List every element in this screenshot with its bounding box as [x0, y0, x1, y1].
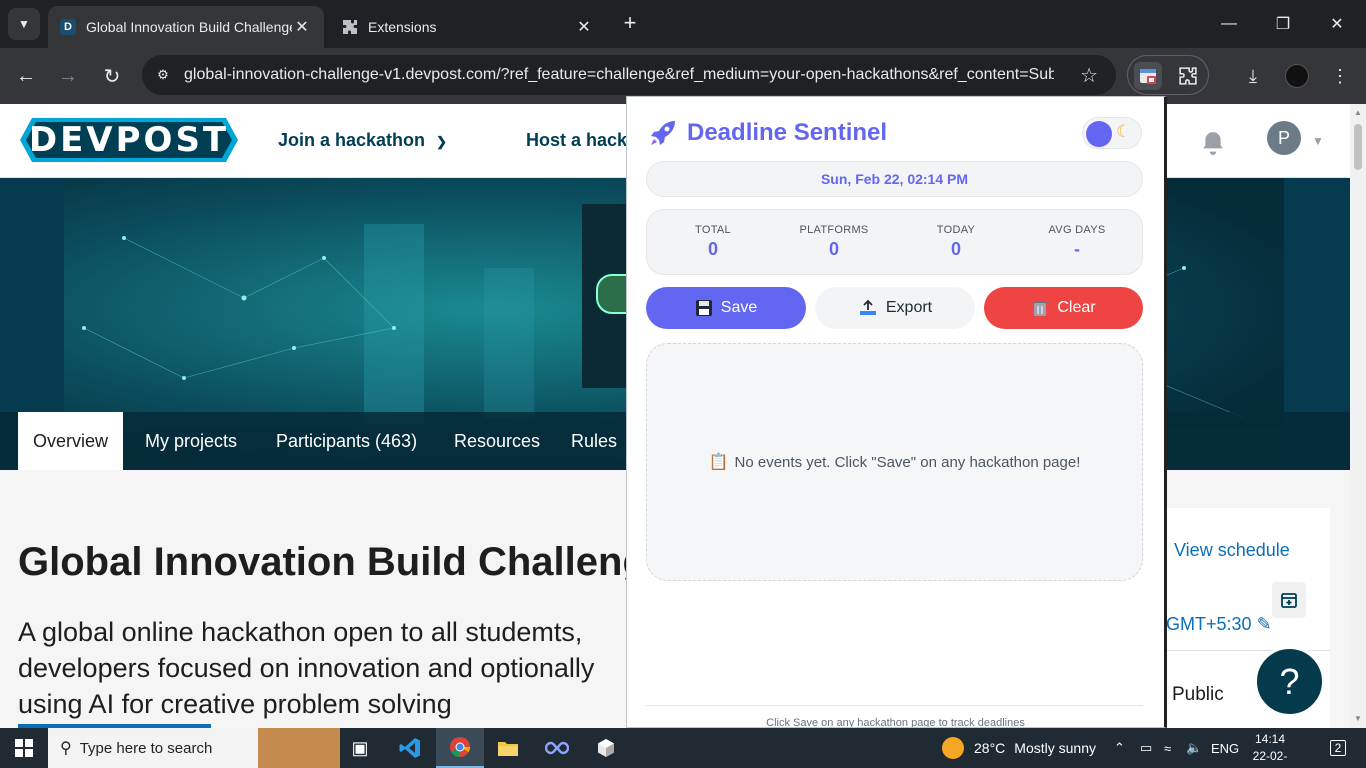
tab-extensions[interactable]: Extensions ✕ — [330, 6, 606, 48]
bell-icon[interactable] — [1198, 128, 1228, 158]
timezone-link[interactable]: GMT+5:30 ✎ — [1166, 614, 1272, 635]
toggle-knob — [1086, 121, 1112, 147]
profile-image — [1285, 64, 1309, 88]
show-hidden-icons[interactable]: ⌃ — [1114, 728, 1125, 768]
task-view-icon[interactable]: ▣ — [336, 728, 384, 768]
stats-panel: TOTAL 0 PLATFORMS 0 TODAY 0 AVG DAYS - — [646, 209, 1143, 275]
current-datetime: Sun, Feb 22, 02:14 PM — [646, 161, 1143, 197]
minimize-button[interactable]: — — [1202, 0, 1256, 48]
puzzle-icon — [342, 19, 358, 35]
bookmark-star-icon[interactable]: ☆ — [1080, 63, 1098, 88]
chevron-down-icon: ❯ — [436, 134, 447, 149]
weather-widget[interactable]: 28°C Mostly sunny — [942, 728, 1096, 768]
tab-title: Extensions — [368, 19, 437, 35]
new-tab-button[interactable]: + — [616, 12, 644, 36]
chevron-down-icon: ▼ — [18, 17, 30, 31]
visibility-label: Public — [1172, 684, 1224, 705]
extensions-puzzle-icon[interactable] — [1174, 62, 1202, 90]
forward-button[interactable]: → — [52, 60, 84, 92]
theme-toggle[interactable]: ☾ — [1082, 117, 1142, 149]
popup-title: Deadline Sentinel — [687, 119, 888, 146]
menu-kebab-icon[interactable]: ⋮ — [1324, 60, 1356, 92]
rocket-icon — [651, 121, 675, 145]
tab-overview[interactable]: Overview — [18, 412, 124, 470]
popup-header: Deadline Sentinel — [647, 117, 887, 149]
cube-app-icon[interactable] — [582, 728, 630, 768]
trash-icon — [1031, 299, 1049, 317]
stat-platforms: PLATFORMS 0 — [799, 224, 869, 259]
stat-total: TOTAL 0 — [695, 224, 731, 259]
help-button[interactable]: ? — [1254, 646, 1325, 717]
profile-avatar[interactable] — [1281, 60, 1313, 92]
tab-my-projects[interactable]: My projects — [130, 412, 252, 470]
export-button[interactable]: Export — [815, 287, 975, 329]
add-calendar-icon[interactable] — [1272, 582, 1306, 618]
view-schedule-link[interactable]: View schedule — [1174, 540, 1290, 561]
clipboard-icon: 📋 — [708, 454, 729, 471]
battery-icon[interactable]: ▭ — [1140, 728, 1152, 768]
windows-start-button[interactable] — [0, 728, 48, 768]
infinity-app-icon[interactable] — [533, 728, 581, 768]
close-icon[interactable]: ✕ — [574, 17, 594, 37]
join-hackathon-menu[interactable]: Join a hackathon ❯ — [278, 130, 447, 151]
floppy-disk-icon — [695, 299, 713, 317]
url-text[interactable]: global-innovation-challenge-v1.devpost.c… — [184, 66, 1054, 84]
vscode-icon[interactable] — [386, 728, 434, 768]
back-button[interactable]: ← — [10, 60, 42, 92]
download-icon[interactable]: ⤓ — [1237, 60, 1269, 92]
user-avatar[interactable]: P — [1267, 121, 1301, 155]
export-tray-icon — [858, 299, 878, 317]
language-indicator[interactable]: ENG — [1211, 728, 1239, 768]
moon-icon: ☾ — [1116, 122, 1132, 141]
devpost-favicon: D — [60, 19, 76, 35]
browser-tabstrip: ▼ D Global Innovation Build Challenge ✕ … — [0, 0, 1366, 48]
deadline-sentinel-extension-icon[interactable] — [1134, 62, 1162, 90]
stat-today: TODAY 0 — [936, 224, 976, 259]
notification-center-icon[interactable]: 2 — [1318, 728, 1358, 768]
window-close-button[interactable]: ✕ — [1310, 0, 1364, 48]
divider — [646, 705, 1143, 706]
site-info-icon[interactable]: ⚙ — [150, 62, 176, 88]
events-empty-state: 📋 No events yet. Click "Save" on any hac… — [646, 343, 1143, 581]
search-highlight-image — [258, 728, 340, 768]
scroll-thumb[interactable] — [1354, 124, 1362, 170]
clear-button[interactable]: Clear — [984, 287, 1143, 329]
close-icon[interactable]: ✕ — [292, 17, 312, 37]
search-icon: ⚲ — [60, 740, 72, 757]
page-scrollbar[interactable]: ▲ ▼ — [1350, 104, 1366, 728]
tab-resources[interactable]: Resources — [439, 412, 555, 470]
wifi-icon[interactable]: ≈ — [1164, 728, 1171, 768]
pencil-icon: ✎ — [1256, 614, 1272, 634]
windows-logo-icon — [15, 739, 33, 757]
volume-icon[interactable]: 🔈 — [1186, 728, 1202, 768]
tab-devpost[interactable]: D Global Innovation Build Challenge ✕ — [48, 6, 324, 48]
clock[interactable]: 14:14 22-02-2026 — [1240, 731, 1300, 768]
caret-down-icon[interactable]: ▼ — [1312, 134, 1324, 148]
devpost-logo[interactable]: DEVPOST — [20, 118, 238, 162]
save-button[interactable]: Save — [646, 287, 806, 329]
tab-participants[interactable]: Participants (463) — [261, 412, 432, 470]
popup-footer: Click Save on any hackathon page to trac… — [766, 717, 1025, 728]
taskbar-search[interactable]: ⚲ Type here to search — [48, 728, 340, 768]
extensions-group — [1127, 55, 1209, 95]
scroll-down-arrow[interactable]: ▼ — [1354, 714, 1362, 723]
address-bar[interactable]: ⚙ global-innovation-challenge-v1.devpost… — [142, 55, 1116, 95]
windows-taskbar: ⚲ Type here to search ▣ 28°C Mostly sunn… — [0, 728, 1366, 768]
restore-button[interactable]: ❐ — [1256, 0, 1310, 48]
tab-rules[interactable]: Rules — [556, 412, 632, 470]
sunny-weather-icon — [942, 737, 964, 759]
file-explorer-icon[interactable] — [484, 728, 532, 768]
tab-title: Global Innovation Build Challenge — [86, 19, 292, 35]
tab-search-button[interactable]: ▼ — [8, 8, 40, 40]
reload-button[interactable]: ↻ — [96, 60, 128, 92]
deadline-sentinel-popup: Deadline Sentinel ☾ Sun, Feb 22, 02:14 P… — [626, 96, 1167, 728]
stat-avg-days: AVG DAYS - — [1048, 224, 1106, 259]
hackathon-tagline: A global online hackathon open to all st… — [18, 617, 595, 719]
notification-count: 2 — [1329, 740, 1347, 756]
chrome-icon[interactable] — [436, 728, 484, 768]
hackathon-thumbnail — [582, 204, 628, 388]
hackathon-title: Global Innovation Build Challenge — [18, 540, 670, 584]
scroll-up-arrow[interactable]: ▲ — [1354, 108, 1362, 117]
